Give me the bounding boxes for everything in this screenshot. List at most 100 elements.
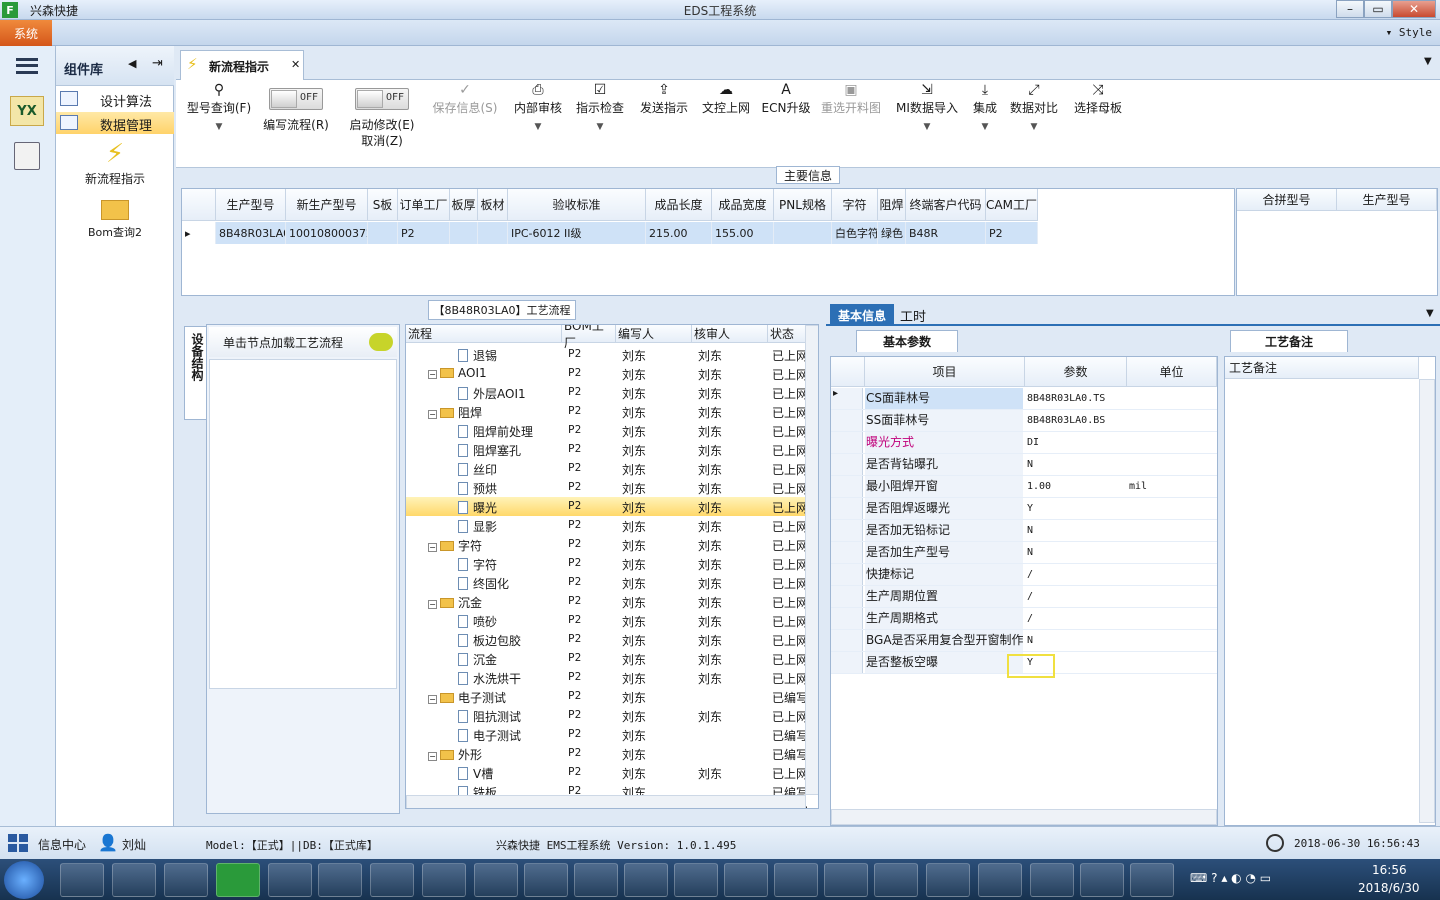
hamburger-icon[interactable]	[16, 58, 38, 74]
tree-row[interactable]: 预烘 P2 刘东 刘东 已上网	[406, 478, 808, 497]
tree-node[interactable]: 阻抗测试	[458, 708, 521, 725]
tree-row[interactable]: 水洗烘干 P2 刘东 刘东 已上网	[406, 668, 808, 687]
taskbar-app-icon[interactable]	[370, 863, 414, 897]
tree-node[interactable]: 丝印	[458, 461, 497, 478]
taskbar-excel-icon[interactable]	[1080, 863, 1124, 897]
column-header[interactable]: 成品长度	[646, 189, 712, 221]
column-header[interactable]: S板	[368, 189, 398, 221]
param-row[interactable]: BGA是否采用复合型开窗制作 N	[831, 630, 1217, 652]
grid-cell[interactable]: 215.00	[646, 222, 712, 244]
tree-node[interactable]: 终固化	[458, 575, 509, 592]
collapse-icon[interactable]: −	[428, 752, 437, 761]
flow-vertical-scrollbar[interactable]	[805, 325, 818, 795]
param-row[interactable]: 最小阻焊开窗 1.00 mil	[831, 476, 1217, 498]
tree-row[interactable]: 板边包胶 P2 刘东 刘东 已上网	[406, 630, 808, 649]
tree-row[interactable]: − 电子测试 P2 刘东 已编写	[406, 687, 808, 706]
taskbar-save-icon[interactable]	[926, 863, 970, 897]
style-menu[interactable]: ▾ Style	[1386, 26, 1432, 39]
tree-row[interactable]: − AOI1 P2 刘东 刘东 已上网	[406, 364, 808, 383]
start-modify-toggle[interactable]: OFF	[355, 88, 409, 110]
taskbar-window-icon[interactable]	[724, 863, 768, 897]
flow-horizontal-scrollbar[interactable]	[406, 795, 806, 808]
save-info-button[interactable]: ✓ 保存信息(S)	[428, 80, 502, 168]
param-row[interactable]: 是否背钻曝孔 N	[831, 454, 1217, 476]
tree-node[interactable]: − 电子测试	[428, 689, 506, 706]
grid-cell[interactable]	[368, 222, 398, 244]
tab-close-icon[interactable]: ✕	[291, 58, 300, 71]
collapse-icon[interactable]: −	[428, 600, 437, 609]
taskbar-window-icon[interactable]	[624, 863, 668, 897]
hint-banner[interactable]: 单击节点加载工艺流程	[209, 327, 397, 357]
tree-node[interactable]: 曝光	[458, 499, 497, 516]
param-row[interactable]: 生产周期位置 /	[831, 586, 1217, 608]
system-button[interactable]: 系统	[0, 20, 52, 46]
column-header[interactable]: 成品宽度	[712, 189, 774, 221]
tree-node[interactable]: V槽	[458, 765, 493, 782]
param-value[interactable]: /	[1025, 564, 1125, 585]
grid-cell[interactable]: P2	[986, 222, 1038, 244]
reselect-cut-button[interactable]: ▣ 重选开料图	[818, 80, 884, 168]
tree-node[interactable]: − 字符	[428, 537, 482, 554]
grid-cell[interactable]: 白色字符	[832, 222, 878, 244]
grid-cell[interactable]: P2	[398, 222, 450, 244]
param-value[interactable]: N	[1025, 542, 1125, 563]
close-button[interactable]: ✕	[1392, 0, 1436, 18]
column-header[interactable]: 板厚	[450, 189, 478, 221]
tree-row[interactable]: 丝印 P2 刘东 刘东 已上网	[406, 459, 808, 478]
taskbar-word-icon[interactable]	[318, 863, 362, 897]
select-mother-button[interactable]: ⤨ 选择母板	[1070, 80, 1126, 168]
param-value[interactable]: /	[1025, 608, 1125, 629]
taskbar-window-icon[interactable]	[674, 863, 718, 897]
tabs-dropdown-icon[interactable]: ▼	[1424, 56, 1432, 67]
param-row[interactable]: 快捷标记 /	[831, 564, 1217, 586]
collapse-icon[interactable]: −	[428, 543, 437, 552]
tree-node[interactable]: 退锡	[458, 347, 497, 364]
mi-import-button[interactable]: ⇲ MI数据导入 ▼	[892, 80, 962, 168]
param-row[interactable]: ▸ CS面菲林号 8B48R03LA0.TS	[831, 388, 1217, 410]
param-value[interactable]: N	[1025, 520, 1125, 541]
chevron-down-icon[interactable]: ▼	[1426, 308, 1434, 319]
taskbar-app-icon[interactable]	[60, 863, 104, 897]
tree-row[interactable]: − 外形 P2 刘东 已编写	[406, 744, 808, 763]
windows-logo-icon[interactable]	[8, 834, 28, 852]
data-compare-button[interactable]: ⤢ 数据对比 ▼	[1008, 80, 1060, 168]
doc-upload-button[interactable]: ☁ 文控上网	[698, 80, 754, 168]
taskbar-window-icon[interactable]	[524, 863, 568, 897]
tree-row[interactable]: − 沉金 P2 刘东 刘东 已上网	[406, 592, 808, 611]
equipment-vertical-tab[interactable]: 设备结构	[184, 326, 206, 420]
param-row[interactable]: 生产周期格式 /	[831, 608, 1217, 630]
taskbar-window-icon[interactable]	[774, 863, 818, 897]
param-value[interactable]: Y	[1025, 498, 1125, 519]
model-query-button[interactable]: ⚲ 型号查询(F) ▼	[184, 80, 254, 168]
grid-cell[interactable]: IPC-6012 II级	[508, 222, 646, 244]
tree-node[interactable]: 喷砂	[458, 613, 497, 630]
start-button[interactable]	[4, 861, 44, 899]
column-header[interactable]: 订单工厂	[398, 189, 450, 221]
column-header[interactable]: 生产型号	[216, 189, 286, 221]
column-header[interactable]: 字符	[832, 189, 878, 221]
taskbar-excel-icon[interactable]	[1030, 863, 1074, 897]
tab-new-flow[interactable]: ⚡ 新流程指示 ✕	[180, 50, 304, 81]
column-header[interactable]: 验收标准	[508, 189, 646, 221]
integrate-button[interactable]: ⤓ 集成 ▼	[968, 80, 1002, 168]
tree-row[interactable]: 曝光 P2 刘东 刘东 已上网	[406, 497, 808, 516]
param-value[interactable]: DI	[1025, 432, 1125, 453]
tree-node[interactable]: 阻焊前处理	[458, 423, 533, 440]
tile-new-flow[interactable]: ⚡ 新流程指示	[56, 138, 174, 190]
tree-row[interactable]: 终固化 P2 刘东 刘东 已上网	[406, 573, 808, 592]
column-header[interactable]: PNL规格	[774, 189, 832, 221]
tree-node[interactable]: − 沉金	[428, 594, 482, 611]
ecn-upgrade-button[interactable]: A ECN升级	[760, 80, 812, 168]
collapse-icon[interactable]: −	[428, 370, 437, 379]
taskbar-app-icon[interactable]	[422, 863, 466, 897]
collapse-arrow-icon[interactable]: ◀	[128, 57, 136, 70]
library-item-algorithm[interactable]: 设计算法	[56, 88, 174, 110]
taskbar-window-icon[interactable]	[824, 863, 868, 897]
tree-node[interactable]: 字符	[458, 556, 497, 573]
tree-node[interactable]: − 阻焊	[428, 404, 482, 421]
param-row[interactable]: 是否加无铅标记 N	[831, 520, 1217, 542]
taskbar-excel-icon[interactable]	[1130, 863, 1174, 897]
grid-cell[interactable]: 8B48R03LA0	[216, 222, 286, 244]
tab-work-hours[interactable]: 工时	[900, 306, 926, 325]
notes-vertical-scrollbar[interactable]	[1419, 379, 1435, 823]
